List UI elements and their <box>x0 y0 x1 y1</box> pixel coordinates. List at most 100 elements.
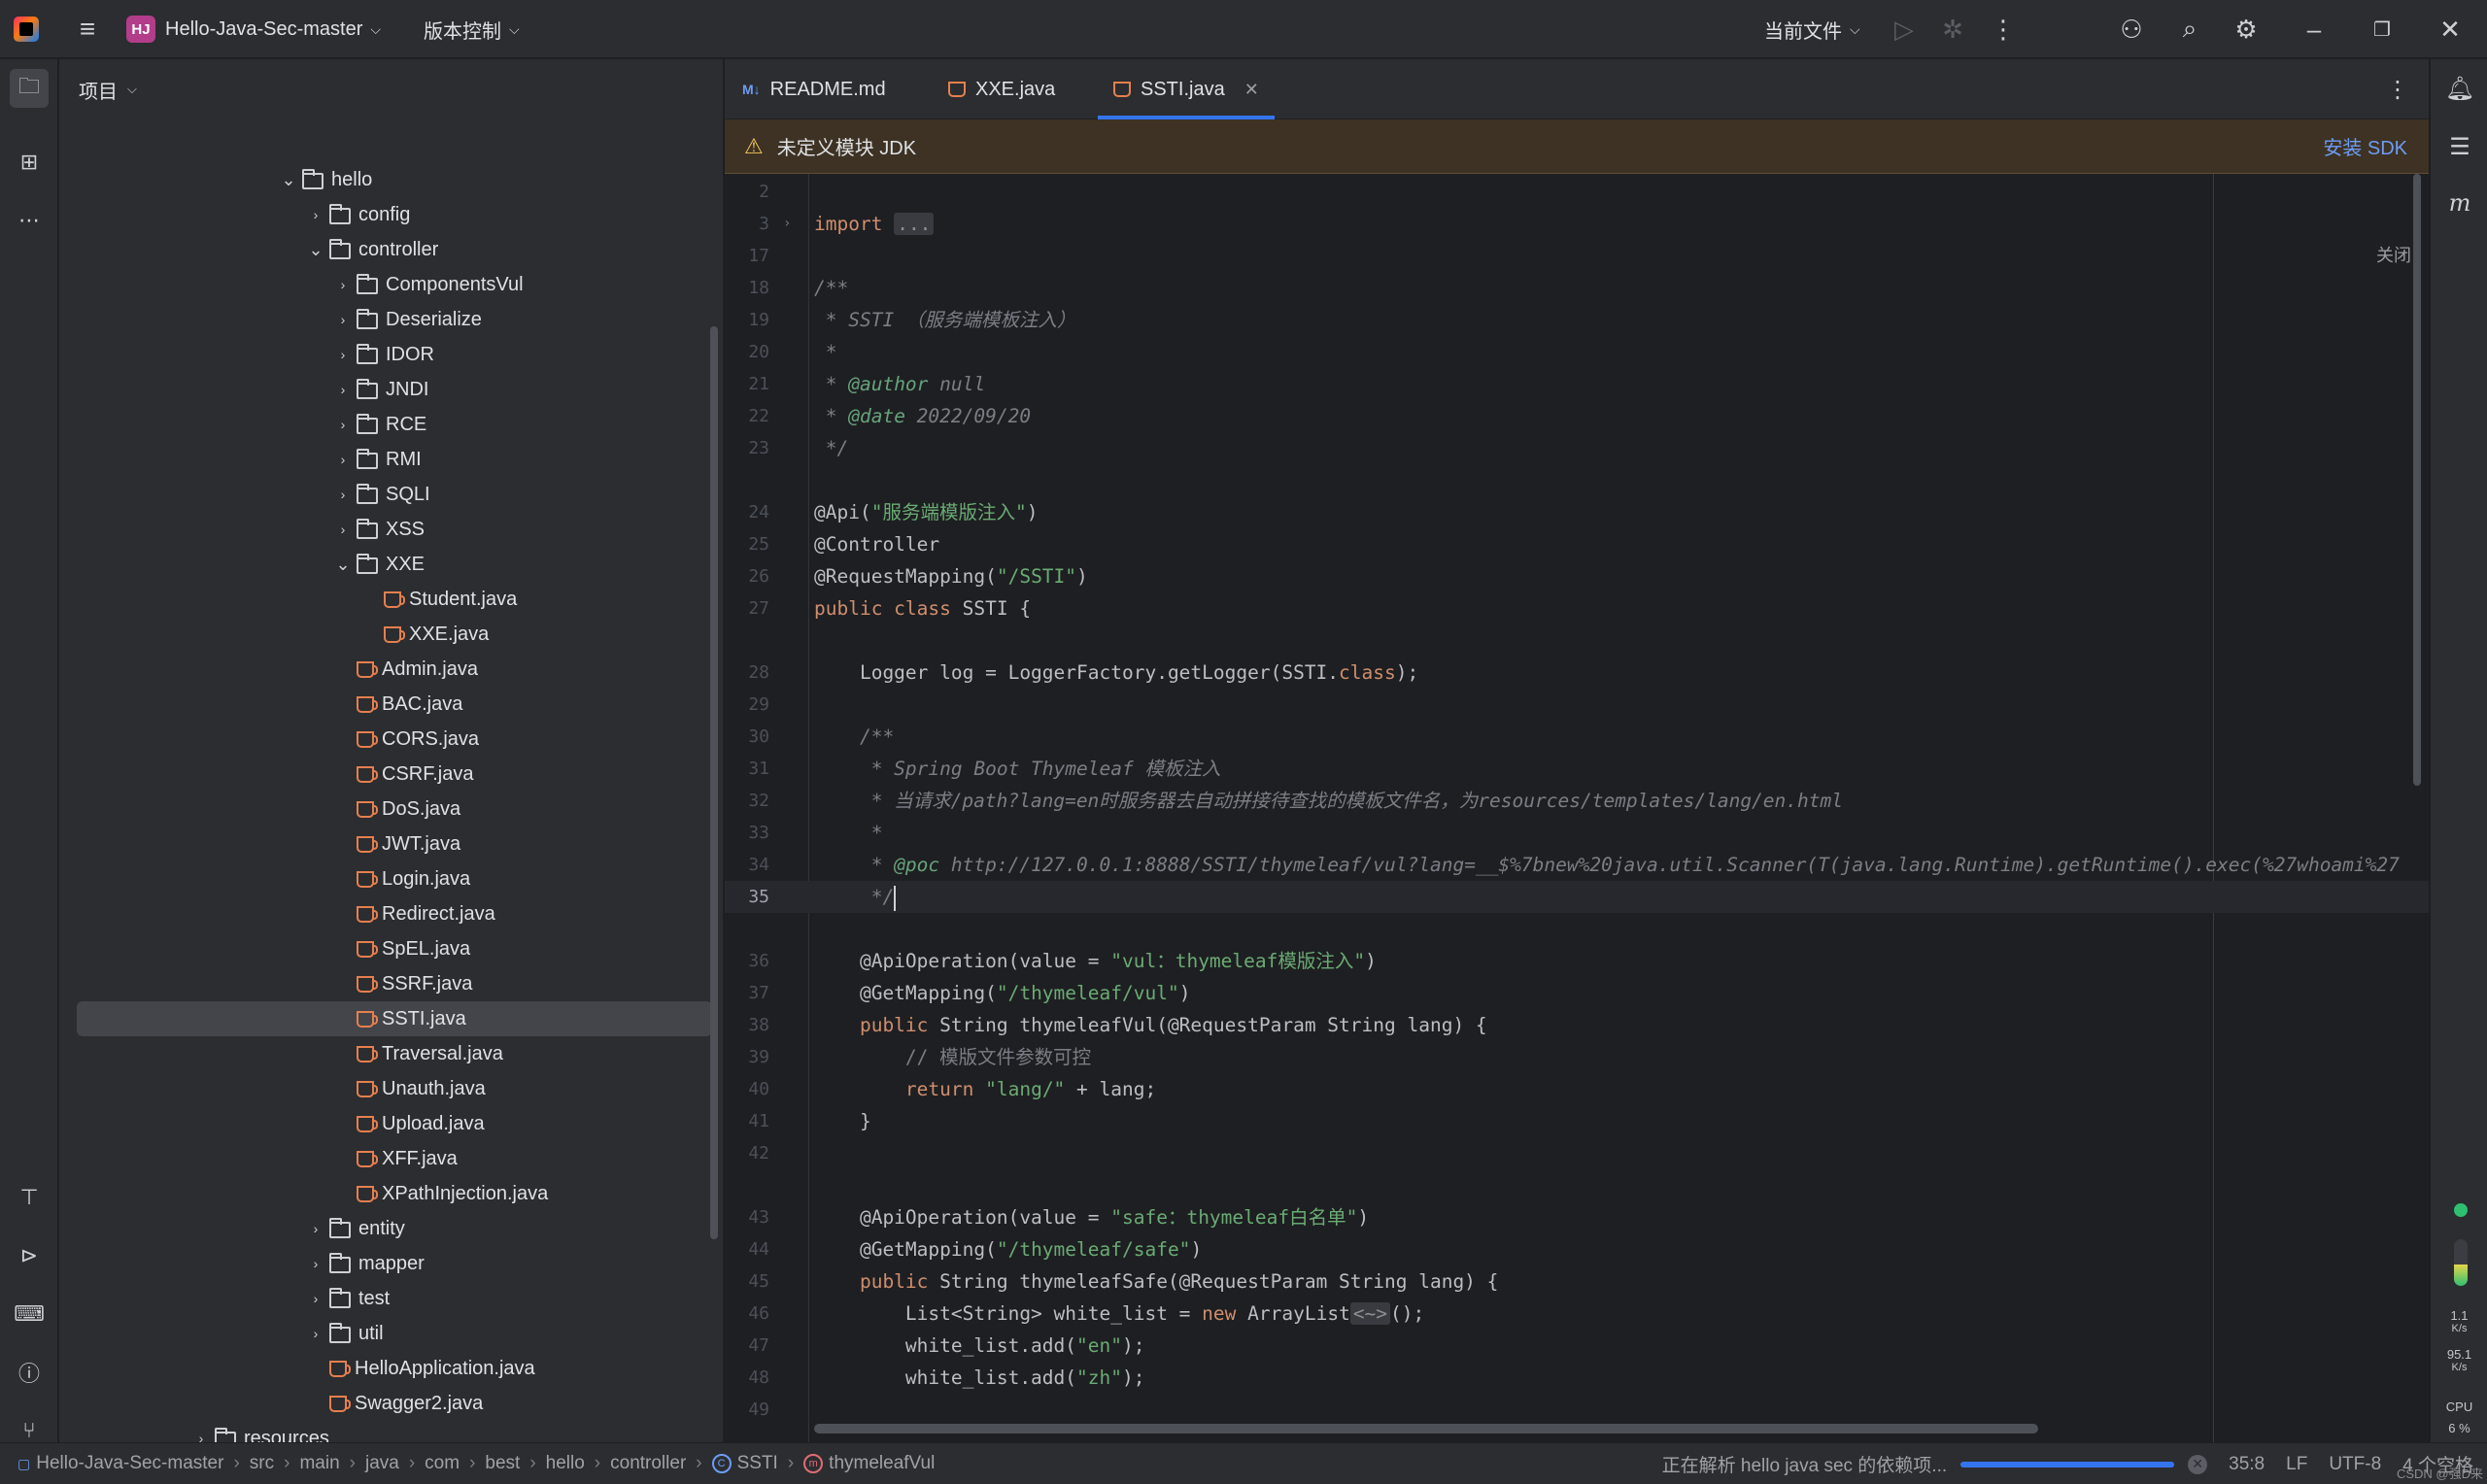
chevron-down-icon[interactable]: ⌄ <box>329 555 357 575</box>
tree-file-item[interactable]: CORS.java <box>59 722 723 757</box>
tree-folder-item[interactable]: ⌄ controller <box>59 232 723 267</box>
restore-button[interactable]: ❐ <box>2363 0 2402 58</box>
chevron-right-icon[interactable]: › <box>329 452 357 467</box>
project-tool-button[interactable]: 🗀 <box>10 69 49 108</box>
editor-vertical-scrollbar[interactable] <box>2413 174 2421 786</box>
chevron-down-icon[interactable]: ⌄ <box>302 240 329 260</box>
tree-file-item[interactable]: Unauth.java <box>59 1071 723 1106</box>
settings-button[interactable]: ⚙ <box>2227 0 2266 58</box>
tree-folder-item[interactable]: › IDOR <box>59 337 723 372</box>
tree-file-item[interactable]: SSTI.java <box>59 1001 723 1036</box>
tree-file-item[interactable]: DoS.java <box>59 792 723 826</box>
tree-folder-item[interactable]: › ComponentsVul <box>59 267 723 302</box>
chevron-right-icon[interactable]: › <box>329 417 357 432</box>
fold-expand-icon[interactable]: › <box>783 208 791 240</box>
editor-horizontal-scrollbar[interactable] <box>814 1424 2038 1433</box>
database-button[interactable]: ☰ <box>2440 127 2479 166</box>
tree-folder-item[interactable]: › Deserialize <box>59 302 723 337</box>
tree-folder-item[interactable]: › test <box>59 1281 723 1316</box>
code-with-me-button[interactable]: ⚇ <box>2112 0 2151 58</box>
chevron-right-icon[interactable]: › <box>302 1256 329 1271</box>
minimize-button[interactable]: – <box>2295 0 2334 58</box>
tree-file-item[interactable]: SSRF.java <box>59 966 723 1001</box>
breadcrumb-item[interactable]: java <box>365 1453 399 1474</box>
install-sdk-link[interactable]: 安装 SDK <box>2323 132 2407 160</box>
tab-ssti[interactable]: SSTI.java ✕ <box>1098 59 1275 119</box>
tree-folder-item[interactable]: › config <box>59 197 723 232</box>
tab-readme[interactable]: M↓ README.md <box>742 59 886 119</box>
tree-folder-item[interactable]: › XSS <box>59 512 723 547</box>
line-separator[interactable]: LF <box>2286 1454 2307 1475</box>
tree-file-item[interactable]: Swagger2.java <box>59 1386 723 1421</box>
tree-folder-item[interactable]: › RCE <box>59 407 723 442</box>
vcs-widget[interactable]: 版本控制 ⌵ <box>424 0 520 58</box>
chevron-down-icon[interactable]: ⌄ <box>275 170 302 190</box>
tree-file-item[interactable]: XXE.java <box>59 617 723 652</box>
tree-folder-item[interactable]: › entity <box>59 1211 723 1246</box>
tree-folder-item[interactable]: › RMI <box>59 442 723 477</box>
breadcrumb-item[interactable]: best <box>485 1453 520 1474</box>
chevron-right-icon[interactable]: › <box>187 1431 215 1442</box>
tree-scrollbar[interactable] <box>710 326 718 1239</box>
tree-file-item[interactable]: Traversal.java <box>59 1036 723 1071</box>
tree-file-item[interactable]: JWT.java <box>59 826 723 861</box>
app-logo[interactable] <box>14 0 45 58</box>
tree-folder-item[interactable]: › SQLI <box>59 477 723 512</box>
code-editor[interactable]: 关闭 2 3 › import ... 17 18/** 19 * SSTI （服务… <box>725 174 2429 1442</box>
run-tool-button[interactable]: ⊳ <box>10 1236 49 1275</box>
tree-file-item[interactable]: Student.java <box>59 582 723 617</box>
run-button[interactable]: ▷ <box>1885 0 1924 58</box>
services-tool-button[interactable]: ⊤ <box>10 1178 49 1217</box>
file-encoding[interactable]: UTF-8 <box>2329 1454 2381 1475</box>
tree-file-item[interactable]: Redirect.java <box>59 896 723 931</box>
tree-file-item[interactable]: HelloApplication.java <box>59 1351 723 1386</box>
chevron-right-icon[interactable]: › <box>302 1291 329 1306</box>
memory-indicator[interactable] <box>2454 1239 2468 1286</box>
tree-file-item[interactable]: SpEL.java <box>59 931 723 966</box>
breadcrumb-item[interactable]: SSTI <box>737 1453 778 1474</box>
tree-folder-item[interactable]: › JNDI <box>59 372 723 407</box>
chevron-right-icon[interactable]: › <box>329 277 357 292</box>
tree-file-item[interactable]: Admin.java <box>59 652 723 687</box>
breadcrumb-item[interactable]: thymeleafVul <box>829 1453 935 1474</box>
debug-button[interactable]: ✲ <box>1933 0 1972 58</box>
breadcrumb-item[interactable]: src <box>250 1453 274 1474</box>
tree-folder-item[interactable]: ⌄ XXE <box>59 547 723 582</box>
breadcrumb-item[interactable]: com <box>425 1453 460 1474</box>
main-menu-button[interactable]: ≡ <box>72 0 103 58</box>
tree-file-item[interactable]: Login.java <box>59 861 723 896</box>
tree-file-item[interactable]: BAC.java <box>59 687 723 722</box>
search-everywhere-button[interactable]: ⌕ <box>2170 0 2209 58</box>
project-switcher[interactable]: HJ Hello-Java-Sec-master ⌵ <box>126 0 381 58</box>
tree-file-item[interactable]: Upload.java <box>59 1106 723 1141</box>
tree-folder-item[interactable]: › mapper <box>59 1246 723 1281</box>
tree-file-item[interactable]: CSRF.java <box>59 757 723 792</box>
notifications-button[interactable]: 🔔︎ <box>2440 69 2479 108</box>
chevron-right-icon[interactable]: › <box>329 312 357 327</box>
problems-tool-button[interactable]: ⓘ <box>10 1353 49 1392</box>
close-window-button[interactable]: ✕ <box>2431 0 2470 58</box>
maven-button[interactable]: m <box>2440 184 2479 222</box>
tree-file-item[interactable]: XPathInjection.java <box>59 1176 723 1211</box>
breadcrumb-item[interactable]: Hello-Java-Sec-master <box>36 1453 223 1474</box>
cancel-task-icon[interactable]: ✕ <box>2188 1454 2208 1474</box>
chevron-right-icon[interactable]: › <box>329 522 357 537</box>
run-config-selector[interactable]: 当前文件 ⌵ <box>1764 0 1860 58</box>
more-actions-button[interactable]: ⋮ <box>1984 0 2023 58</box>
terminal-tool-button[interactable]: ⌨ <box>10 1295 49 1333</box>
tree-folder-item[interactable]: › resources <box>59 1421 723 1442</box>
tree-folder-item[interactable]: ⌄ hello <box>59 162 723 197</box>
chevron-right-icon[interactable]: › <box>329 347 357 362</box>
chevron-right-icon[interactable]: › <box>302 207 329 222</box>
chevron-right-icon[interactable]: › <box>329 487 357 502</box>
chevron-right-icon[interactable]: › <box>302 1221 329 1236</box>
structure-tool-button[interactable]: ⊞ <box>10 143 49 182</box>
tree-folder-item[interactable]: › util <box>59 1316 723 1351</box>
chevron-right-icon[interactable]: › <box>329 382 357 397</box>
tab-xxe[interactable]: XXE.java <box>948 59 1055 119</box>
breadcrumb-item[interactable]: main <box>299 1453 339 1474</box>
more-tools-button[interactable]: ⋯ <box>10 201 49 240</box>
folded-imports[interactable]: ... <box>894 213 935 235</box>
cursor-position[interactable]: 35:8 <box>2229 1454 2265 1475</box>
close-tab-icon[interactable]: ✕ <box>1244 80 1259 100</box>
